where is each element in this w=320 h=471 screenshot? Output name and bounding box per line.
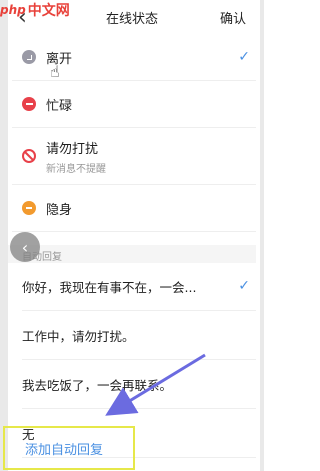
status-option-hidden[interactable]: 隐身 <box>12 185 256 232</box>
reply-text: 你好，我现在有事不在，一会... <box>22 279 197 295</box>
checkmark-icon: ✓ <box>238 49 250 65</box>
left-margin <box>0 0 8 471</box>
reply-option[interactable]: 工作中，请勿打扰。 <box>22 311 256 360</box>
status-label: 隐身 <box>46 202 73 218</box>
watermark-logo: php 中文网 <box>0 0 70 20</box>
hidden-icon <box>22 201 36 215</box>
reply-option[interactable]: 我去吃饭了，一会再联系。 <box>22 360 256 409</box>
reply-option[interactable]: 你好，我现在有事不在，一会... ✓ <box>22 262 256 311</box>
floating-back-icon[interactable]: ‹ <box>10 232 40 262</box>
checkmark-icon: ✓ <box>238 278 250 294</box>
watermark-text: 中文网 <box>27 3 70 19</box>
watermark-php: php <box>0 3 26 17</box>
reply-text: 工作中，请勿打扰。 <box>22 328 135 344</box>
status-list: 离开 ✓ ☝ 忙碌 请勿打扰 新消息不提醒 隐身 <box>12 34 256 232</box>
status-label: 请勿打扰 <box>46 141 99 157</box>
status-option-away[interactable]: 离开 ✓ ☝ <box>12 34 256 81</box>
minus-circle-icon <box>22 97 36 111</box>
block-icon <box>22 149 36 163</box>
clock-icon <box>22 50 36 64</box>
confirm-button[interactable]: 确认 <box>216 8 246 27</box>
status-label: 忙碌 <box>46 98 73 114</box>
add-auto-reply-button[interactable]: 添加自动回复 <box>3 426 135 470</box>
reply-text: 我去吃饭了，一会再联系。 <box>22 377 173 393</box>
status-option-dnd[interactable]: 请勿打扰 新消息不提醒 <box>12 128 256 185</box>
hand-cursor-icon: ☝ <box>50 62 60 81</box>
status-option-busy[interactable]: 忙碌 <box>12 81 256 128</box>
status-sublabel: 新消息不提醒 <box>46 163 106 175</box>
page-title: 在线状态 <box>105 11 158 27</box>
